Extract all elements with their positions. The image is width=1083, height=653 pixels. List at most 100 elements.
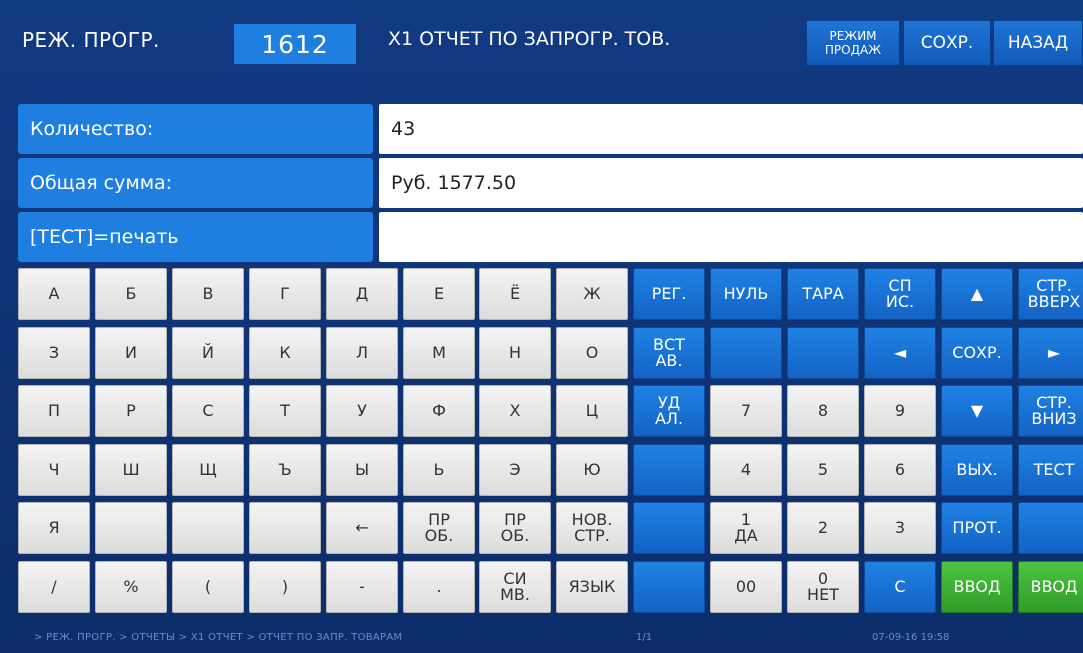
key-r4-c2[interactable]: Ш — [95, 444, 167, 496]
key-r1-c12[interactable]: СП ИС. — [864, 268, 936, 320]
key-r6-c14[interactable]: ВВОД — [1018, 561, 1083, 613]
save-button[interactable]: СОХР. — [903, 20, 991, 66]
key-r5-c7[interactable]: ПР ОБ. — [479, 502, 551, 554]
quantity-value[interactable]: 43 — [379, 104, 1083, 154]
mode-title: РЕЖ. ПРОГР. — [22, 28, 160, 52]
key-r3-c4[interactable]: Т — [249, 385, 321, 437]
key-r5-c9[interactable] — [633, 502, 705, 554]
key-r2-c5[interactable]: Л — [326, 327, 398, 379]
test-print-label: [ТЕСТ]=печать — [18, 212, 373, 262]
key-r5-c12[interactable]: 3 — [864, 502, 936, 554]
header-bar: РЕЖ. ПРОГР. 1612 X1 ОТЧЕТ ПО ЗАПРОГР. ТО… — [0, 0, 1083, 90]
key-r1-c3[interactable]: В — [172, 268, 244, 320]
program-code: 1612 — [234, 24, 356, 64]
key-r2-c10[interactable] — [710, 327, 782, 379]
key-r1-c2[interactable]: Б — [95, 268, 167, 320]
key-r6-c1[interactable]: / — [18, 561, 90, 613]
scale-program-screen: РЕЖ. ПРОГР. 1612 X1 ОТЧЕТ ПО ЗАПРОГР. ТО… — [0, 0, 1083, 653]
back-button[interactable]: НАЗАД — [993, 20, 1083, 66]
key-r1-c10[interactable]: НУЛЬ — [710, 268, 782, 320]
key-r1-c14[interactable]: СТР. ВВЕРХ — [1018, 268, 1083, 320]
key-r1-c1[interactable]: А — [18, 268, 90, 320]
key-r5-c8[interactable]: НОВ. СТР. — [556, 502, 628, 554]
key-r3-c6[interactable]: Ф — [403, 385, 475, 437]
status-bar: > РЕЖ. ПРОГР. > ОТЧЕТЫ > X1 ОТЧЕТ > ОТЧЕ… — [0, 620, 1083, 653]
key-r2-c11[interactable] — [787, 327, 859, 379]
key-r6-c5[interactable]: - — [326, 561, 398, 613]
key-r3-c7[interactable]: Х — [479, 385, 551, 437]
key-r4-c7[interactable]: Э — [479, 444, 551, 496]
quantity-label: Количество: — [18, 104, 373, 154]
key-r3-c8[interactable]: Ц — [556, 385, 628, 437]
test-print-value[interactable] — [379, 212, 1083, 262]
key-r4-c3[interactable]: Щ — [172, 444, 244, 496]
key-r2-c9[interactable]: ВСТ АВ. — [633, 327, 705, 379]
key-r3-c11[interactable]: 8 — [787, 385, 859, 437]
key-r5-c11[interactable]: 2 — [787, 502, 859, 554]
key-r4-c1[interactable]: Ч — [18, 444, 90, 496]
key-r6-c4[interactable]: ) — [249, 561, 321, 613]
key-r5-c13[interactable]: ПРОТ. — [941, 502, 1013, 554]
key-r5-c2[interactable] — [95, 502, 167, 554]
key-r3-c14[interactable]: СТР. ВНИЗ — [1018, 385, 1083, 437]
key-r5-c14[interactable] — [1018, 502, 1083, 554]
key-r6-c12[interactable]: С — [864, 561, 936, 613]
key-r4-c11[interactable]: 5 — [787, 444, 859, 496]
total-sum-value[interactable]: Руб. 1577.50 — [379, 158, 1083, 208]
key-r2-c12[interactable]: ◄ — [864, 327, 936, 379]
key-r6-c10[interactable]: 00 — [710, 561, 782, 613]
key-r1-c4[interactable]: Г — [249, 268, 321, 320]
key-r6-c13[interactable]: ВВОД — [941, 561, 1013, 613]
key-r5-c1[interactable]: Я — [18, 502, 90, 554]
key-r6-c6[interactable]: . — [403, 561, 475, 613]
key-r6-c2[interactable]: % — [95, 561, 167, 613]
key-r4-c8[interactable]: Ю — [556, 444, 628, 496]
total-sum-label: Общая сумма: — [18, 158, 373, 208]
key-r2-c6[interactable]: М — [403, 327, 475, 379]
key-r2-c1[interactable]: З — [18, 327, 90, 379]
key-r4-c13[interactable]: ВЫХ. — [941, 444, 1013, 496]
key-r4-c4[interactable]: Ъ — [249, 444, 321, 496]
key-r2-c8[interactable]: О — [556, 327, 628, 379]
key-r6-c7[interactable]: СИ МВ. — [479, 561, 551, 613]
key-r5-c5[interactable]: ← — [326, 502, 398, 554]
key-r1-c5[interactable]: Д — [326, 268, 398, 320]
key-r4-c6[interactable]: Ь — [403, 444, 475, 496]
breadcrumb: > РЕЖ. ПРОГР. > ОТЧЕТЫ > X1 ОТЧЕТ > ОТЧЕ… — [34, 632, 403, 643]
key-r2-c4[interactable]: К — [249, 327, 321, 379]
key-r1-c9[interactable]: РЕГ. — [633, 268, 705, 320]
key-r6-c11[interactable]: 0 НЕТ — [787, 561, 859, 613]
key-r4-c5[interactable]: Ы — [326, 444, 398, 496]
key-r3-c3[interactable]: С — [172, 385, 244, 437]
sales-mode-button[interactable]: РЕЖИМ ПРОДАЖ — [806, 20, 900, 66]
key-r1-c6[interactable]: Е — [403, 268, 475, 320]
key-r2-c3[interactable]: Й — [172, 327, 244, 379]
key-r5-c10[interactable]: 1 ДА — [710, 502, 782, 554]
total-sum-row: Общая сумма: Руб. 1577.50 — [18, 158, 1083, 208]
key-r5-c6[interactable]: ПР ОБ. — [403, 502, 475, 554]
key-r3-c2[interactable]: Р — [95, 385, 167, 437]
key-r5-c3[interactable] — [172, 502, 244, 554]
key-r6-c9[interactable] — [633, 561, 705, 613]
key-r2-c2[interactable]: И — [95, 327, 167, 379]
key-r3-c13[interactable]: ▼ — [941, 385, 1013, 437]
key-r1-c7[interactable]: Ё — [479, 268, 551, 320]
key-r1-c11[interactable]: ТАРА — [787, 268, 859, 320]
key-r4-c14[interactable]: ТЕСТ — [1018, 444, 1083, 496]
key-r1-c13[interactable]: ▲ — [941, 268, 1013, 320]
key-r4-c10[interactable]: 4 — [710, 444, 782, 496]
key-r1-c8[interactable]: Ж — [556, 268, 628, 320]
key-r2-c13[interactable]: СОХР. — [941, 327, 1013, 379]
key-r2-c7[interactable]: Н — [479, 327, 551, 379]
key-r3-c1[interactable]: П — [18, 385, 90, 437]
key-r3-c9[interactable]: УД АЛ. — [633, 385, 705, 437]
key-r2-c14[interactable]: ► — [1018, 327, 1083, 379]
key-r4-c9[interactable] — [633, 444, 705, 496]
key-r3-c5[interactable]: У — [326, 385, 398, 437]
key-r4-c12[interactable]: 6 — [864, 444, 936, 496]
key-r3-c12[interactable]: 9 — [864, 385, 936, 437]
key-r3-c10[interactable]: 7 — [710, 385, 782, 437]
key-r6-c3[interactable]: ( — [172, 561, 244, 613]
key-r6-c8[interactable]: ЯЗЫК — [556, 561, 628, 613]
key-r5-c4[interactable] — [249, 502, 321, 554]
